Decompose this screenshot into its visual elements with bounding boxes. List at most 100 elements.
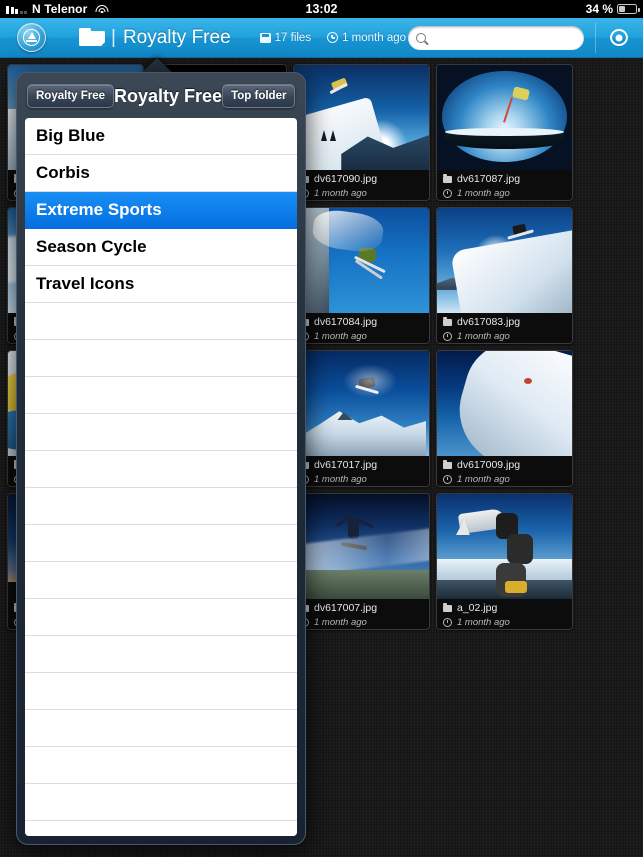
folder-list-empty-row <box>25 377 297 414</box>
battery-percent-label: 34 % <box>585 2 613 16</box>
folder-list-item[interactable]: Big Blue <box>25 118 297 155</box>
file-name-label: dv617017.jpg <box>314 459 378 471</box>
folder-list-empty-row <box>25 710 297 747</box>
thumbnail-caption: dv617007.jpg 1 month ago <box>294 599 429 629</box>
thumbnail-image <box>437 494 572 599</box>
folder-list-empty-row <box>25 673 297 710</box>
folder-picker-popover: Royalty Free Royalty Free Top folder Big… <box>16 72 306 845</box>
search-field[interactable] <box>408 25 586 50</box>
folder-list-empty-row <box>25 488 297 525</box>
folder-meta: 17 files 1 month ago <box>259 31 406 44</box>
status-bar-right: 34 % <box>585 2 640 16</box>
file-date-label: 1 month ago <box>457 187 510 199</box>
thumbnail-cell[interactable]: dv617083.jpg 1 month ago <box>433 204 576 347</box>
file-name-label: dv617083.jpg <box>457 316 521 328</box>
folder-list[interactable]: Big Blue Corbis Extreme Sports Season Cycle… <box>25 118 297 836</box>
file-date-label: 1 month ago <box>457 330 510 342</box>
folder-list-item[interactable]: Travel Icons <box>25 266 297 303</box>
breadcrumb-separator: | <box>111 26 116 48</box>
folder-list-empty-row <box>25 303 297 340</box>
file-name-label: dv617007.jpg <box>314 602 378 614</box>
thumbnail-caption: dv617090.jpg 1 month ago <box>294 170 429 200</box>
files-icon <box>259 32 271 43</box>
battery-icon <box>617 4 640 14</box>
thumbnail-cell[interactable]: dv617087.jpg 1 month ago <box>433 61 576 204</box>
file-date-label: 1 month ago <box>314 330 367 342</box>
popover-back-button[interactable]: Royalty Free <box>27 84 115 108</box>
thumbnail-card[interactable]: dv617087.jpg 1 month ago <box>436 64 573 201</box>
popover-header: Royalty Free Royalty Free Top folder <box>25 81 297 111</box>
file-count-label: 17 files <box>274 31 312 44</box>
magnifier-icon <box>416 32 426 43</box>
file-name-label: a_02.jpg <box>457 602 498 614</box>
thumbnail-image <box>437 65 572 170</box>
popover-top-folder-button[interactable]: Top folder <box>222 84 296 108</box>
thumbnail-cell[interactable]: dv617017.jpg 1 month ago <box>290 347 433 490</box>
thumbnail-cell[interactable]: dv617090.jpg 1 month ago <box>290 61 433 204</box>
thumbnail-card[interactable]: dv617017.jpg 1 month ago <box>293 350 430 487</box>
thumbnail-image <box>294 351 429 456</box>
folder-list-empty-row <box>25 340 297 377</box>
folder-list-empty-row <box>25 821 297 836</box>
clock-icon <box>327 32 339 43</box>
thumbnail-cell[interactable]: dv617007.jpg 1 month ago <box>290 490 433 633</box>
thumbnail-caption: dv617084.jpg 1 month ago <box>294 313 429 343</box>
thumbnail-card[interactable]: dv617090.jpg 1 month ago <box>293 64 430 201</box>
thumbnail-card[interactable]: dv617007.jpg 1 month ago <box>293 493 430 630</box>
folder-list-empty-row <box>25 636 297 673</box>
folder-list-empty-row <box>25 525 297 562</box>
thumbnail-cell[interactable]: a_02.jpg 1 month ago <box>433 490 576 633</box>
folder-list-empty-row <box>25 747 297 784</box>
file-date-label: 1 month ago <box>457 616 510 628</box>
folder-icon <box>443 602 452 612</box>
file-date-label: 1 month ago <box>314 616 367 628</box>
folder-list-empty-row <box>25 599 297 636</box>
popover-title: Royalty Free <box>114 85 223 106</box>
file-name-label: dv617009.jpg <box>457 459 521 471</box>
thumbnail-card[interactable]: dv617009.jpg 1 month ago <box>436 350 573 487</box>
thumbnail-caption: dv617083.jpg 1 month ago <box>437 313 572 343</box>
toolbar-divider <box>595 22 596 53</box>
folder-icon <box>443 173 452 183</box>
clock-icon <box>443 474 452 484</box>
thumbnail-card[interactable]: a_02.jpg 1 month ago <box>436 493 573 630</box>
thumbnail-cell[interactable]: dv617084.jpg 1 month ago <box>290 204 433 347</box>
thumbnail-image <box>437 351 572 456</box>
folder-icon <box>443 316 452 326</box>
ipad-file-browser-app: N Telenor 13:02 34 % | Royalty Free 17 f… <box>0 0 643 857</box>
folder-icon[interactable] <box>79 28 106 47</box>
folder-icon <box>443 459 452 469</box>
thumbnail-caption: dv617009.jpg 1 month ago <box>437 456 572 486</box>
folder-list-item[interactable]: Corbis <box>25 155 297 192</box>
sync-button[interactable] <box>603 22 635 54</box>
file-name-label: dv617087.jpg <box>457 173 521 185</box>
file-date-label: 1 month ago <box>457 473 510 485</box>
search-input[interactable] <box>431 30 586 45</box>
thumbnail-image <box>437 208 572 313</box>
thumbnail-cell[interactable]: dv617009.jpg 1 month ago <box>433 347 576 490</box>
clock-icon <box>443 617 452 627</box>
folder-list-empty-row <box>25 784 297 821</box>
file-date-label: 1 month ago <box>314 187 367 199</box>
file-date-label: 1 month ago <box>314 473 367 485</box>
thumbnail-image <box>294 494 429 599</box>
thumbnail-image <box>294 208 429 313</box>
page-title: Royalty Free <box>122 26 231 48</box>
modified-label: 1 month ago <box>342 31 407 44</box>
modified-meta: 1 month ago <box>327 32 406 44</box>
folder-list-empty-row <box>25 451 297 488</box>
thumbnail-card[interactable]: dv617083.jpg 1 month ago <box>436 207 573 344</box>
clock-icon <box>443 188 452 198</box>
top-toolbar: | Royalty Free 17 files 1 month ago <box>0 18 643 58</box>
thumbnail-card[interactable]: dv617084.jpg 1 month ago <box>293 207 430 344</box>
sync-icon <box>608 27 630 49</box>
folder-list-empty-row <box>25 562 297 599</box>
clock-icon <box>443 331 452 341</box>
app-logo-icon[interactable] <box>17 23 46 52</box>
folder-list-item[interactable]: Extreme Sports <box>25 192 297 229</box>
thumbnail-caption: dv617017.jpg 1 month ago <box>294 456 429 486</box>
file-name-label: dv617090.jpg <box>314 173 378 185</box>
file-name-label: dv617084.jpg <box>314 316 378 328</box>
folder-list-item[interactable]: Season Cycle <box>25 229 297 266</box>
folder-list-empty-row <box>25 414 297 451</box>
